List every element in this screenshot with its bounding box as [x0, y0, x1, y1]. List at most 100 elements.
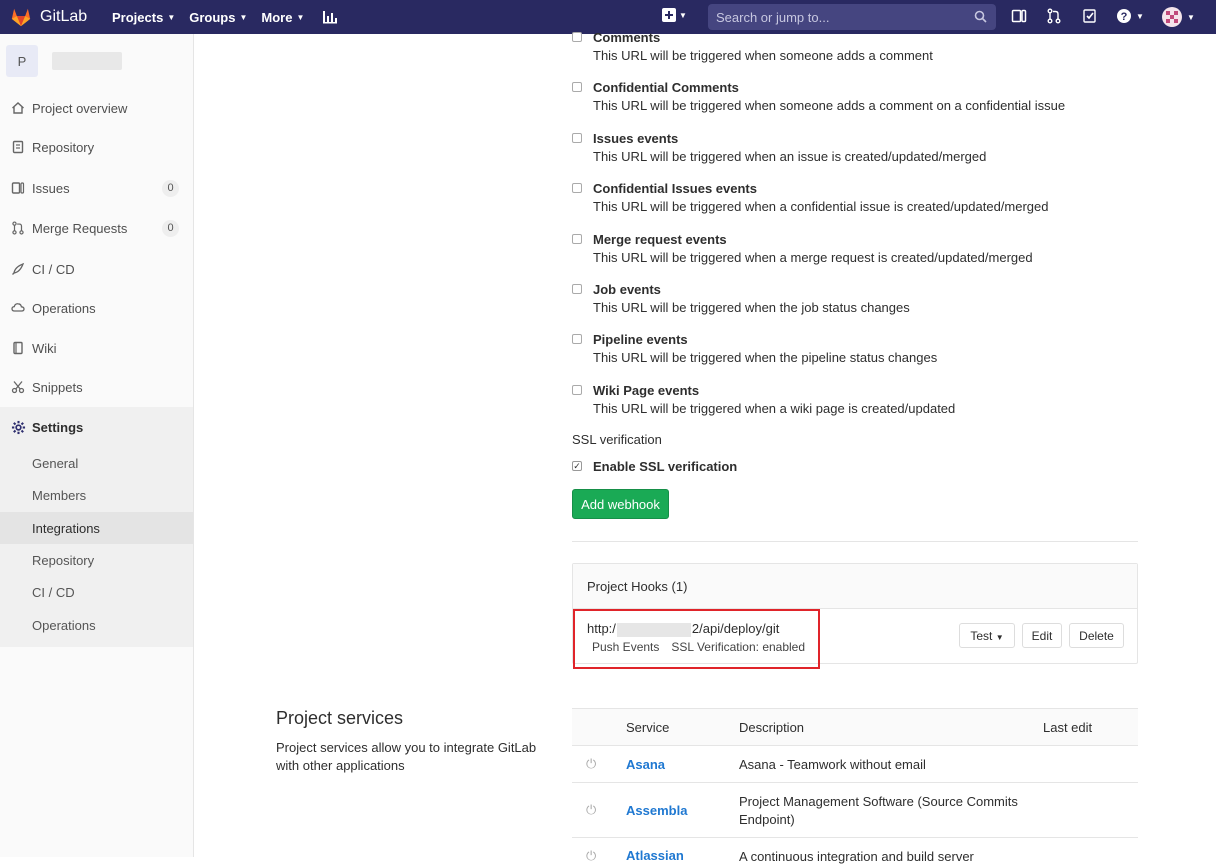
edit-hook-button[interactable]: Edit: [1022, 623, 1062, 648]
ssl-checkbox-label: Enable SSL verification: [593, 459, 738, 474]
chevron-down-icon: ▼: [296, 12, 305, 22]
sidebar-item-label: Repository: [32, 139, 95, 155]
top-navbar: GitLab Projects▼ Groups▼ More▼ ▼ ? ▼ ▼: [0, 0, 1216, 34]
chevron-down-icon: ▼: [1187, 12, 1195, 22]
trigger-title: Comments: [593, 30, 661, 45]
home-icon: [10, 100, 26, 116]
ssl-verification-heading: SSL verification: [572, 432, 662, 447]
issues-count-badge: 0: [162, 180, 179, 197]
chart-icon[interactable]: [322, 9, 338, 25]
todo-icon[interactable]: [1082, 8, 1098, 24]
nav-more[interactable]: More ▼: [261, 10, 304, 25]
project-sidebar: P Project overview Repository Issues 0 M…: [0, 34, 194, 857]
settings-sub-integrations[interactable]: Integrations: [0, 512, 193, 544]
search-box: [708, 4, 996, 30]
power-icon: ⏻: [586, 848, 597, 863]
trigger-title: Wiki Page events: [593, 383, 700, 398]
settings-sub-repository[interactable]: Repository: [0, 544, 193, 576]
nav-projects[interactable]: Projects ▼: [112, 10, 175, 25]
sidebar-item-label: Settings: [32, 419, 84, 435]
cloud-icon: [10, 300, 26, 316]
sidebar-item-label: CI / CD: [32, 261, 75, 277]
trigger-description: This URL will be triggered when someone …: [593, 48, 933, 63]
help-icon[interactable]: ? ▼: [1116, 8, 1144, 24]
service-description: Asana - Teamwork without email: [739, 757, 926, 772]
project-name-redacted: [52, 52, 122, 70]
nav-more-label: More: [261, 9, 293, 25]
sidebar-item-label: Operations: [32, 300, 96, 316]
sidebar-toggle-icon[interactable]: [1011, 8, 1027, 24]
trigger-description: This URL will be triggered when the pipe…: [593, 350, 938, 365]
service-link-assembla[interactable]: Assembla: [626, 803, 687, 818]
book-icon: [10, 340, 26, 356]
nav-groups[interactable]: Groups ▼: [189, 10, 247, 25]
brand-name: GitLab: [40, 8, 88, 25]
test-hook-button[interactable]: Test ▼: [959, 623, 1015, 648]
delete-hook-button[interactable]: Delete: [1069, 623, 1124, 648]
project-avatar: P: [6, 45, 38, 77]
add-webhook-button[interactable]: Add webhook: [572, 489, 669, 519]
chevron-down-icon: ▼: [167, 12, 176, 22]
power-icon: ⏻: [586, 802, 597, 817]
sidebar-item-label: Project overview: [32, 100, 128, 116]
settings-sub-general[interactable]: General: [0, 447, 193, 479]
project-hooks-panel: Project Hooks (1) http:/2/api/deploy/git…: [572, 563, 1138, 669]
confidential-comments-checkbox[interactable]: [572, 82, 582, 92]
project-services-title: Project services: [276, 708, 404, 728]
trigger-title: Job events: [593, 282, 661, 297]
service-description: A continuous integration and build serve…: [739, 849, 974, 864]
settings-sub-members[interactable]: Members: [0, 479, 193, 511]
gear-icon: [10, 419, 26, 435]
settings-sub-ci-cd[interactable]: CI / CD: [0, 576, 193, 608]
table-row: ⏻ Asana Asana - Teamwork without email: [572, 746, 1138, 783]
gitlab-logo[interactable]: GitLab: [10, 6, 98, 28]
svg-text:?: ?: [1121, 11, 1128, 23]
job-events-checkbox[interactable]: [572, 284, 582, 294]
merge-request-icon[interactable]: [1046, 8, 1062, 24]
trigger-title: Confidential Comments: [593, 80, 739, 95]
ssl-verification-checkbox[interactable]: ✓: [572, 461, 582, 471]
issues-events-checkbox[interactable]: [572, 133, 582, 143]
services-table-header: Service Description Last edit: [572, 708, 1138, 746]
service-description: Project Management Software (Source Comm…: [739, 794, 1018, 827]
sidebar-item-wiki[interactable]: Wiki: [0, 328, 193, 368]
chevron-down-icon: ▼: [239, 12, 248, 22]
sidebar-item-merge-requests[interactable]: Merge Requests 0: [0, 208, 193, 248]
project-header[interactable]: P: [6, 45, 122, 77]
sidebar-item-operations[interactable]: Operations: [0, 288, 193, 328]
sidebar-item-issues[interactable]: Issues 0: [0, 168, 193, 208]
doc-icon: [10, 139, 26, 155]
sidebar-item-settings[interactable]: Settings: [0, 407, 193, 447]
sidebar-item-repository[interactable]: Repository: [0, 127, 193, 167]
scissors-icon: [10, 379, 26, 395]
sidebar-item-label: Merge Requests: [32, 220, 128, 236]
search-icon[interactable]: [974, 10, 987, 23]
user-avatar-icon[interactable]: ▼: [1161, 6, 1195, 28]
chevron-down-icon: ▼: [995, 632, 1004, 642]
service-link-atlassian[interactable]: Atlassian: [626, 848, 684, 863]
project-hooks-header: Project Hooks (1): [573, 564, 1137, 609]
trigger-title: Confidential Issues events: [593, 181, 757, 196]
wiki-page-events-checkbox[interactable]: [572, 385, 582, 395]
power-icon: ⏻: [586, 756, 597, 771]
sidebar-item-label: Issues: [32, 180, 70, 196]
comments-checkbox[interactable]: [572, 32, 582, 42]
sidebar-item-snippets[interactable]: Snippets: [0, 367, 193, 407]
column-description: Description: [739, 720, 805, 735]
trigger-title: Merge request events: [593, 232, 727, 247]
plus-icon: [662, 8, 676, 22]
trigger-description: This URL will be triggered when a merge …: [593, 250, 1033, 265]
confidential-issues-checkbox[interactable]: [572, 183, 582, 193]
new-item-button[interactable]: ▼: [662, 8, 687, 22]
trigger-description: This URL will be triggered when a confid…: [593, 199, 1049, 214]
sidebar-item-project-overview[interactable]: Project overview: [0, 88, 193, 128]
pipeline-events-checkbox[interactable]: [572, 334, 582, 344]
sidebar-item-label: Wiki: [32, 340, 57, 356]
sidebar-item-label: Snippets: [32, 379, 83, 395]
settings-sub-operations[interactable]: Operations: [0, 609, 193, 641]
trigger-description: This URL will be triggered when an issue…: [593, 149, 987, 164]
merge-request-events-checkbox[interactable]: [572, 234, 582, 244]
sidebar-item-ci-cd[interactable]: CI / CD: [0, 249, 193, 289]
search-input[interactable]: [716, 9, 966, 25]
service-link-asana[interactable]: Asana: [626, 757, 665, 772]
